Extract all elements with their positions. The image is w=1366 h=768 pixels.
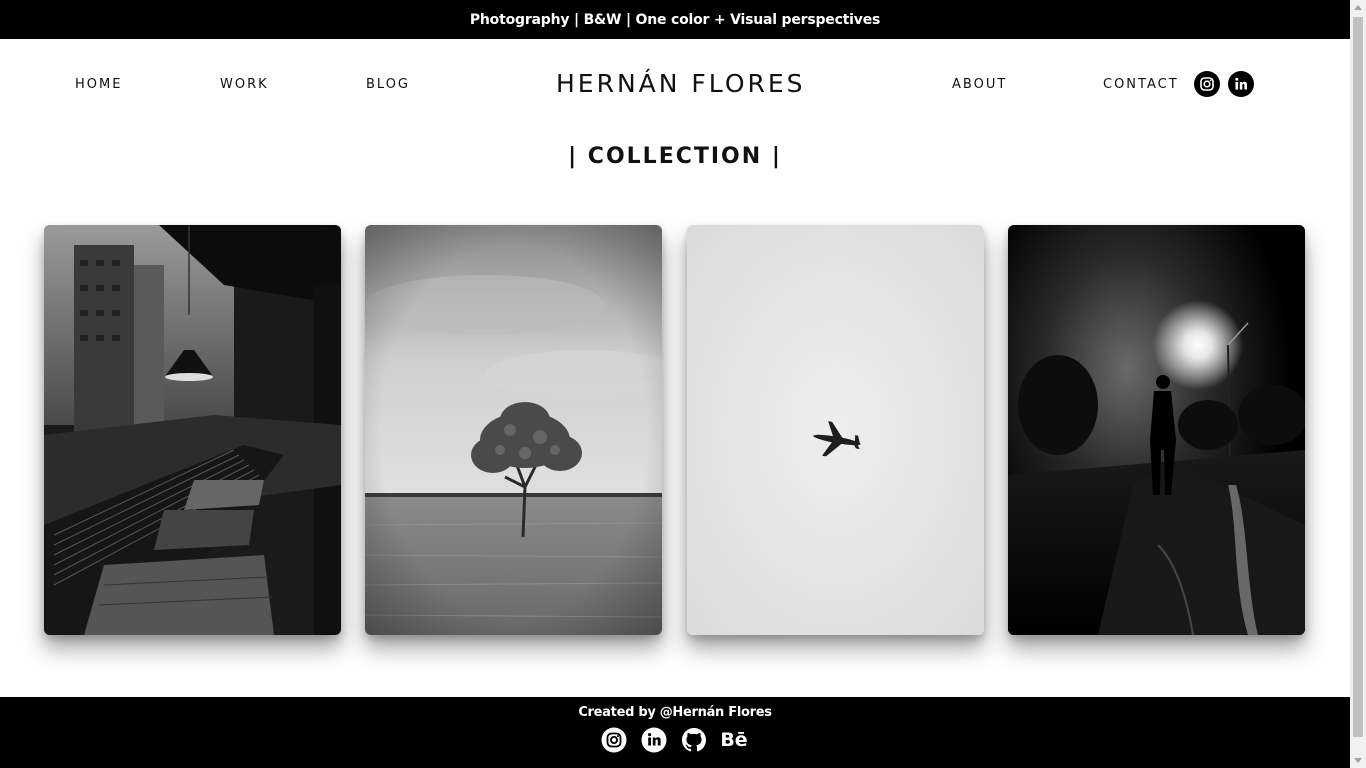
airplane-sky-photo[interactable] [687, 225, 984, 635]
tagline: Photography | B&W | One color + Visual p… [469, 11, 881, 28]
nav-work-link[interactable]: WORK [220, 77, 269, 92]
footer-credit: Created by @Hernán Flores [578, 705, 772, 720]
behance-icon[interactable]: Bē [720, 727, 747, 753]
night-street-silhouette-photo[interactable] [1008, 225, 1305, 635]
nav-about-link[interactable]: ABOUT [952, 77, 1007, 92]
nav-blog-link[interactable]: BLOG [366, 77, 410, 92]
collection-heading: | COLLECTION | [568, 144, 782, 169]
site-brand-logo[interactable]: HERNÁN FLORES [556, 69, 806, 98]
instagram-icon[interactable] [1194, 71, 1220, 97]
page-scrollbar[interactable] [1350, 0, 1366, 768]
cafe-interior-photo[interactable] [44, 225, 341, 635]
nav-contact-link[interactable]: CONTACT [1103, 77, 1179, 92]
site-footer: Created by @Hernán Flores Bē [0, 697, 1350, 768]
scroll-up-icon[interactable] [1354, 5, 1362, 10]
lone-tree-photo[interactable] [365, 225, 662, 635]
linkedin-icon[interactable] [1228, 71, 1254, 97]
scroll-down-icon[interactable] [1354, 758, 1362, 763]
linkedin-icon[interactable] [641, 727, 667, 753]
nav-home-link[interactable]: HOME [75, 77, 122, 92]
github-icon[interactable] [681, 727, 707, 753]
instagram-icon[interactable] [601, 727, 627, 753]
scrollbar-thumb[interactable] [1353, 17, 1363, 737]
main-navigation: HOME WORK BLOG HERNÁN FLORES ABOUT CONTA… [0, 39, 1350, 129]
announcement-bar: Photography | B&W | One color + Visual p… [0, 0, 1350, 39]
